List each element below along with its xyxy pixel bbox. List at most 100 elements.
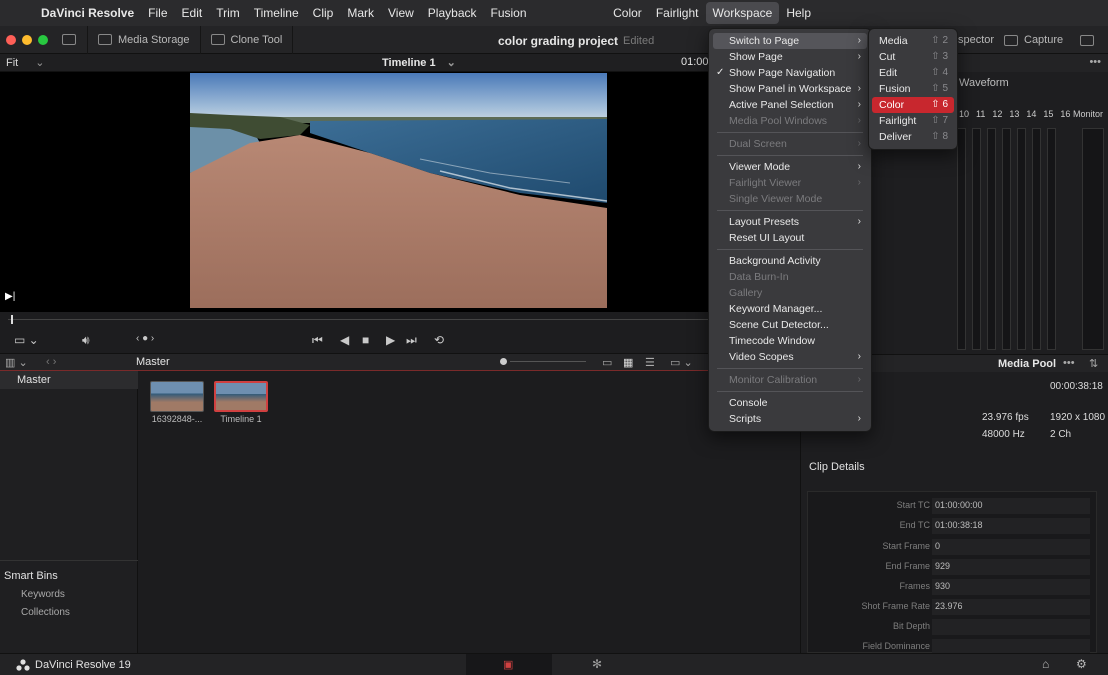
menu-item-console[interactable]: Console bbox=[713, 395, 867, 411]
media-storage-button[interactable]: Media Storage bbox=[88, 25, 201, 54]
zoom-window-button[interactable] bbox=[38, 34, 48, 45]
go-to-start-icon[interactable]: ⏮︎ bbox=[312, 333, 323, 348]
volume-icon[interactable]: 🔊︎ bbox=[82, 333, 90, 348]
submenu-item-edit[interactable]: Edit ⇧ 4 bbox=[872, 65, 954, 81]
menu-view[interactable]: View bbox=[381, 2, 421, 24]
thumbnail-size-slider[interactable] bbox=[500, 358, 507, 365]
grid-view-icon[interactable]: ▦ bbox=[623, 356, 633, 369]
menu-item-scene-cut-detector[interactable]: Scene Cut Detector... bbox=[713, 317, 867, 333]
scrub-bar[interactable] bbox=[0, 312, 710, 328]
menu-trim[interactable]: Trim bbox=[209, 2, 247, 24]
submenu-item-color[interactable]: Color ⇧ 6 bbox=[872, 97, 954, 113]
go-to-end-icon[interactable]: ⏭︎ bbox=[406, 333, 417, 348]
minimize-window-button[interactable] bbox=[22, 34, 32, 45]
menu-item-show-page[interactable]: Show Page › bbox=[713, 49, 867, 65]
play-reverse-icon[interactable]: ◀︎ bbox=[340, 333, 349, 347]
clone-tool-button[interactable]: Clone Tool bbox=[201, 25, 294, 54]
menu-help[interactable]: Help bbox=[779, 2, 818, 24]
clip-thumbnail bbox=[150, 381, 204, 412]
smart-bins-title: Smart Bins bbox=[4, 570, 58, 582]
detail-row: Start Frame 0 bbox=[808, 538, 1098, 556]
sort-dropdown-icon[interactable]: ▭ ⌄ bbox=[670, 356, 693, 369]
detail-row: Start TC 01:00:00:00 bbox=[808, 497, 1098, 515]
submenu-item-media[interactable]: Media ⇧ 2 bbox=[872, 33, 954, 49]
menu-item-timecode-window[interactable]: Timecode Window bbox=[713, 333, 867, 349]
chevron-right-icon: › bbox=[857, 177, 861, 188]
loop-icon[interactable]: ⟲ bbox=[434, 333, 444, 347]
playhead[interactable] bbox=[11, 315, 13, 324]
menu-mark[interactable]: Mark bbox=[340, 2, 381, 24]
clip-fps: 23.976 fps bbox=[982, 412, 1029, 423]
home-icon[interactable]: ⌂ bbox=[1042, 657, 1049, 671]
submenu-item-fairlight[interactable]: Fairlight ⇧ 7 bbox=[872, 113, 954, 129]
menu-app-name[interactable]: DaVinci Resolve bbox=[34, 2, 141, 24]
filmstrip-view-icon[interactable]: ▭ bbox=[602, 356, 612, 369]
menu-fusion[interactable]: Fusion bbox=[484, 2, 534, 24]
menu-item-switch-to-page[interactable]: Switch to Page › bbox=[713, 33, 867, 49]
close-window-button[interactable] bbox=[6, 34, 16, 45]
jog-control[interactable]: ‹ ● › bbox=[136, 333, 154, 344]
menu-item-active-panel-selection[interactable]: Active Panel Selection › bbox=[713, 97, 867, 113]
smart-bin-keywords[interactable]: Keywords bbox=[0, 589, 138, 600]
submenu-item-deliver[interactable]: Deliver ⇧ 8 bbox=[872, 129, 954, 145]
submenu-item-fusion[interactable]: Fusion ⇧ 5 bbox=[872, 81, 954, 97]
inspector-button[interactable]: spector bbox=[958, 26, 994, 54]
chevron-right-icon: › bbox=[857, 138, 861, 149]
zoom-fit-dropdown[interactable]: Fit ⌄ bbox=[6, 56, 45, 69]
menu-color[interactable]: Color bbox=[606, 2, 649, 24]
shortcut-label: ⇧ 6 bbox=[931, 99, 948, 110]
submenu-item-cut[interactable]: Cut ⇧ 3 bbox=[872, 49, 954, 65]
chevron-right-icon: › bbox=[857, 351, 861, 362]
clip-item[interactable]: 16392848-... bbox=[150, 381, 204, 424]
menu-item-show-page-navigation[interactable]: ✓ Show Page Navigation bbox=[713, 65, 867, 81]
play-icon[interactable]: ▶︎ bbox=[386, 333, 395, 347]
menu-edit[interactable]: Edit bbox=[175, 2, 210, 24]
menu-item-scripts[interactable]: Scripts › bbox=[713, 411, 867, 427]
chevron-right-icon: › bbox=[857, 216, 861, 227]
chevron-right-icon: › bbox=[857, 161, 861, 172]
more-options-icon[interactable]: ••• bbox=[1063, 357, 1075, 369]
menu-item-viewer-mode[interactable]: Viewer Mode › bbox=[713, 159, 867, 175]
menu-playback[interactable]: Playback bbox=[421, 2, 484, 24]
menu-fairlight[interactable]: Fairlight bbox=[649, 2, 706, 24]
clip-item[interactable]: Timeline 1 bbox=[214, 381, 268, 424]
chevron-right-icon: › bbox=[857, 99, 861, 110]
menu-item-single-viewer-mode: Single Viewer Mode bbox=[729, 193, 823, 205]
menu-item-keyword-manager[interactable]: Keyword Manager... bbox=[713, 301, 867, 317]
cast-icon[interactable] bbox=[1080, 26, 1094, 54]
chevron-right-icon: › bbox=[857, 413, 861, 424]
sort-icon[interactable]: ⇅ bbox=[1089, 357, 1098, 370]
panel-toggle-button[interactable] bbox=[52, 25, 88, 54]
capture-button[interactable]: Capture bbox=[1004, 26, 1063, 54]
timeline-selector[interactable]: Timeline 1 ⌄ bbox=[382, 56, 456, 69]
clip-label: 16392848-... bbox=[151, 414, 203, 424]
menu-file[interactable]: File bbox=[141, 2, 174, 24]
viewer[interactable]: ▶︎| bbox=[0, 72, 710, 312]
bin-list-toggle-icon[interactable]: ▥ ⌄ bbox=[5, 356, 28, 369]
more-options-icon[interactable]: ••• bbox=[1089, 56, 1101, 68]
menu-clip[interactable]: Clip bbox=[306, 2, 341, 24]
menu-item-fairlight-viewer: Fairlight Viewer › bbox=[729, 177, 861, 189]
list-view-icon[interactable]: ☰ bbox=[645, 356, 655, 369]
menu-item-layout-presets[interactable]: Layout Presets › bbox=[713, 214, 867, 230]
bin-master[interactable]: Master bbox=[0, 371, 138, 389]
apple-icon[interactable] bbox=[0, 2, 34, 24]
smart-bin-collections[interactable]: Collections bbox=[0, 607, 138, 618]
menu-item-video-scopes[interactable]: Video Scopes › bbox=[713, 349, 867, 365]
current-page-button[interactable]: ▣ bbox=[466, 654, 552, 675]
chevron-down-icon: ⌄ bbox=[35, 57, 45, 69]
menu-item-reset-ui-layout[interactable]: Reset UI Layout bbox=[713, 230, 867, 246]
chevron-right-icon: › bbox=[857, 83, 861, 94]
menu-separator bbox=[717, 210, 863, 211]
menu-timeline[interactable]: Timeline bbox=[247, 2, 306, 24]
menu-item-show-panel-in-workspace[interactable]: Show Panel in Workspace › bbox=[713, 81, 867, 97]
stop-icon[interactable]: ■ bbox=[362, 333, 369, 347]
settings-gear-icon[interactable]: ⚙︎ bbox=[1076, 657, 1087, 671]
clip-label: Timeline 1 bbox=[220, 414, 262, 424]
nav-arrows[interactable]: ‹ › bbox=[46, 356, 56, 368]
menu-workspace[interactable]: Workspace bbox=[705, 2, 780, 24]
menu-item-background-activity[interactable]: Background Activity bbox=[713, 253, 867, 269]
bin-list: Master Smart Bins Keywords Collections bbox=[0, 371, 138, 653]
viewer-layout-icon[interactable]: ▭ ⌄ bbox=[14, 333, 39, 347]
workspace-menu: Switch to Page › Show Page › ✓ Show Page Na… bbox=[708, 28, 872, 432]
